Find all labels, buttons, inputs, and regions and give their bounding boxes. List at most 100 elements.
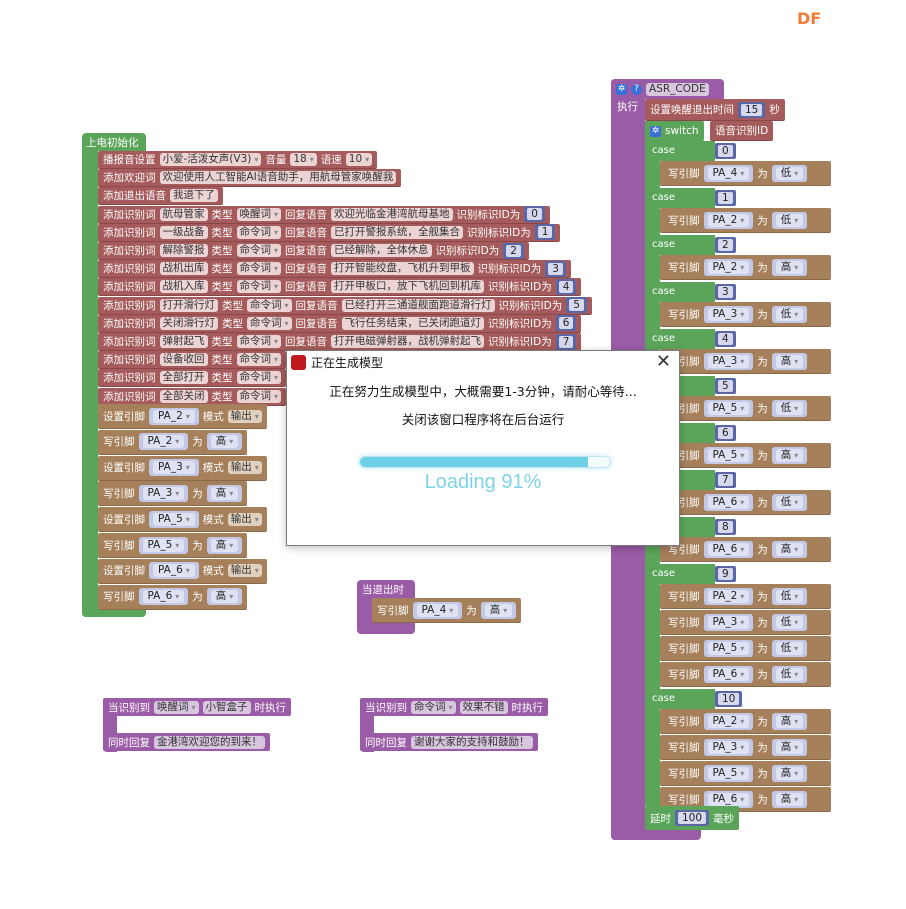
type-dropdown[interactable]: 命令词 ▾ xyxy=(236,244,282,257)
level[interactable]: 低 ▾ xyxy=(775,307,804,321)
pin[interactable]: PA_2 ▾ xyxy=(707,260,750,274)
write-pin-row[interactable]: 写引脚 PA_2 ▾ 为高 ▾ xyxy=(660,255,831,280)
keyword-row[interactable]: 添加识别词 航母管家 类型 唤醒词 ▾ 回复语音 欢迎光临金港湾航母基地 识别标识ID为 0 xyxy=(98,205,550,224)
case-row[interactable]: case xyxy=(645,141,715,161)
id-number-block[interactable]: 2 xyxy=(503,242,524,259)
reply-field[interactable]: 已经解除，全体休息 xyxy=(331,244,432,257)
level[interactable]: 低 ▾ xyxy=(775,615,804,629)
case-row[interactable]: case xyxy=(645,188,715,208)
pin[interactable]: PA_3 ▾ xyxy=(142,486,185,500)
welcome-text[interactable]: 欢迎使用人工智能AI语音助手，用航母管家唤醒我 xyxy=(159,171,397,185)
pin[interactable]: PA_3 ▾ xyxy=(707,354,750,368)
event-reply-row[interactable]: 同时回复 谢谢大家的支持和鼓励！ xyxy=(360,733,538,751)
set-pin-row[interactable]: 设置引脚 PA_6 ▾ 模式 输出 ▾ xyxy=(98,558,267,584)
write-pin-row[interactable]: 写引脚 PA_3 ▾ 为低 ▾ xyxy=(660,302,831,327)
case-number[interactable]: 3 xyxy=(718,286,733,298)
keyword-row[interactable]: 添加识别词 全部打开 类型 命令词 ▾ xyxy=(98,369,287,388)
write-pin-row[interactable]: 写引脚 PA_5 ▾ 为低 ▾ xyxy=(660,396,831,421)
write-pin-row[interactable]: 写引脚 PA_5 ▾ 为低 ▾ xyxy=(660,636,831,661)
level[interactable]: 高 ▾ xyxy=(210,435,239,449)
level[interactable]: 低 ▾ xyxy=(775,166,804,180)
case-number-block[interactable]: 9 xyxy=(715,566,736,582)
keyword-row[interactable]: 添加识别词 战机出库 类型 命令词 ▾ 回复语音 打开智能绞盘，飞机升到甲板 识别标识ID为 3 xyxy=(98,260,571,279)
case-number-block[interactable]: 1 xyxy=(715,190,736,206)
case-number-block[interactable]: 10 xyxy=(715,691,743,707)
case-number[interactable]: 0 xyxy=(718,145,733,157)
pin[interactable]: PA_4 ▾ xyxy=(707,166,750,180)
reply-field[interactable]: 打开甲板口，放下飞机回到机库 xyxy=(331,280,485,294)
case-number-block[interactable]: 8 xyxy=(715,519,736,535)
delay-number-block[interactable]: 100 xyxy=(675,810,710,826)
id-number-block[interactable]: 5 xyxy=(566,297,587,314)
id-number-block[interactable]: 3 xyxy=(545,260,566,277)
case-number-block[interactable]: 0 xyxy=(715,143,736,159)
pin[interactable]: PA_5 ▾ xyxy=(707,448,750,462)
id-number[interactable]: 1 xyxy=(537,226,553,239)
type-dropdown[interactable]: 唤醒词 ▾ xyxy=(236,207,282,221)
write-pin-row[interactable]: 写引脚 PA_6 ▾ 为高 ▾ xyxy=(98,584,248,610)
id-number[interactable]: 3 xyxy=(548,262,563,275)
write-pin-row[interactable]: 写引脚 PA_3 ▾ 为高 ▾ xyxy=(660,735,831,760)
level[interactable]: 高 ▾ xyxy=(775,448,804,462)
set-pin-row[interactable]: 设置引脚 PA_2 ▾ 模式 输出 ▾ xyxy=(98,404,267,429)
keyword-row[interactable]: 添加识别词 弹射起飞 类型 命令词 ▾ 回复语音 打开电磁弹射器，战机弹射起飞 识别标识ID为… xyxy=(98,333,582,351)
pin[interactable]: PA_2 ▾ xyxy=(153,409,195,423)
pin[interactable]: PA_2 ▾ xyxy=(707,213,750,227)
case-row[interactable]: case xyxy=(645,282,715,302)
case-row[interactable]: case xyxy=(645,564,715,584)
level[interactable]: 低 ▾ xyxy=(775,667,804,681)
keyword-field[interactable]: 效果不错 xyxy=(459,700,508,714)
level[interactable]: 高 ▾ xyxy=(210,486,239,500)
type-dropdown[interactable]: 命令词 ▾ xyxy=(236,353,282,367)
case-number-block[interactable]: 2 xyxy=(715,237,736,253)
pin[interactable]: PA_3 ▾ xyxy=(707,307,750,321)
type-dropdown[interactable]: 命令词 ▾ xyxy=(247,298,292,312)
pin[interactable]: PA_6 ▾ xyxy=(707,667,750,681)
case-number[interactable]: 10 xyxy=(718,693,740,705)
help-icon[interactable]: ? xyxy=(631,83,642,95)
case-number-block[interactable]: 6 xyxy=(715,425,736,441)
reply-field[interactable]: 谢谢大家的支持和鼓励！ xyxy=(411,735,533,749)
mode-dropdown[interactable]: 输出 ▾ xyxy=(227,512,262,526)
write-pin-row[interactable]: 写引脚 PA_2 ▾ 为高 ▾ xyxy=(660,709,831,734)
pin[interactable]: PA_6 ▾ xyxy=(707,792,750,806)
blockly-workspace[interactable]: DF 上电初始化 播报音设置 小爱-活泼女声(V3) ▾ 音量 18 ▾ 语速 10 ▾ 添加欢迎… xyxy=(0,0,906,909)
set-pin-row[interactable]: 设置引脚 PA_5 ▾ 模式 输出 ▾ xyxy=(98,507,267,533)
switch-header[interactable]: ✲ switch xyxy=(645,121,704,141)
pin[interactable]: PA_2 ▾ xyxy=(707,589,750,603)
level[interactable]: 高 ▾ xyxy=(775,714,804,728)
pin[interactable]: PA_5 ▾ xyxy=(153,512,195,526)
id-number[interactable]: 2 xyxy=(506,244,521,257)
case-number-block[interactable]: 4 xyxy=(715,331,736,347)
case-number[interactable]: 1 xyxy=(718,192,733,204)
write-pin-row[interactable]: 写引脚 PA_6 ▾ 为高 ▾ xyxy=(660,537,831,562)
write-pin-row[interactable]: 写引脚 PA_6 ▾ 为低 ▾ xyxy=(660,490,831,515)
pin[interactable]: PA_2 ▾ xyxy=(142,435,185,449)
level[interactable]: 低 ▾ xyxy=(775,213,804,227)
speed-dropdown[interactable]: 10 ▾ xyxy=(345,153,373,166)
event-reply-row[interactable]: 同时回复 金港湾欢迎您的到来！ xyxy=(103,733,270,751)
id-number-block[interactable]: 1 xyxy=(534,224,556,241)
type-dropdown[interactable]: 命令词 ▾ xyxy=(236,389,282,403)
level[interactable]: 高 ▾ xyxy=(484,603,513,617)
volume-dropdown[interactable]: 18 ▾ xyxy=(290,153,317,166)
level[interactable]: 高 ▾ xyxy=(775,354,804,368)
type-dropdown[interactable]: 唤醒词 ▾ xyxy=(154,700,199,714)
write-pin-row[interactable]: 写引脚 PA_6 ▾ 为低 ▾ xyxy=(660,662,831,687)
pin[interactable]: PA_6 ▾ xyxy=(707,495,750,509)
write-pin-row[interactable]: 写引脚 PA_5 ▾ 为高 ▾ xyxy=(98,533,248,558)
pin[interactable]: PA_6 ▾ xyxy=(707,542,750,556)
wake-timeout-row[interactable]: 设置唤醒退出时间 15 秒 xyxy=(645,99,785,121)
pin[interactable]: PA_2 ▾ xyxy=(707,714,750,728)
level[interactable]: 高 ▾ xyxy=(775,766,804,780)
pin[interactable]: PA_5 ▾ xyxy=(707,641,750,655)
reply-field[interactable]: 飞行任务结束，已关闭跑道灯 xyxy=(341,316,485,330)
write-pin-row[interactable]: 写引脚 PA_2 ▾ 为低 ▾ xyxy=(660,208,831,233)
function-name-field[interactable]: ASR_CODE xyxy=(646,82,709,96)
gear-icon[interactable]: ✲ xyxy=(616,83,627,95)
write-pin-row[interactable]: 写引脚 PA_5 ▾ 为高 ▾ xyxy=(660,761,831,786)
id-number[interactable]: 5 xyxy=(569,299,584,312)
reply-field[interactable]: 欢迎光临金港湾航母基地 xyxy=(331,207,453,221)
type-dropdown[interactable]: 命令词 ▾ xyxy=(236,335,282,348)
case-row[interactable]: case xyxy=(645,689,715,709)
